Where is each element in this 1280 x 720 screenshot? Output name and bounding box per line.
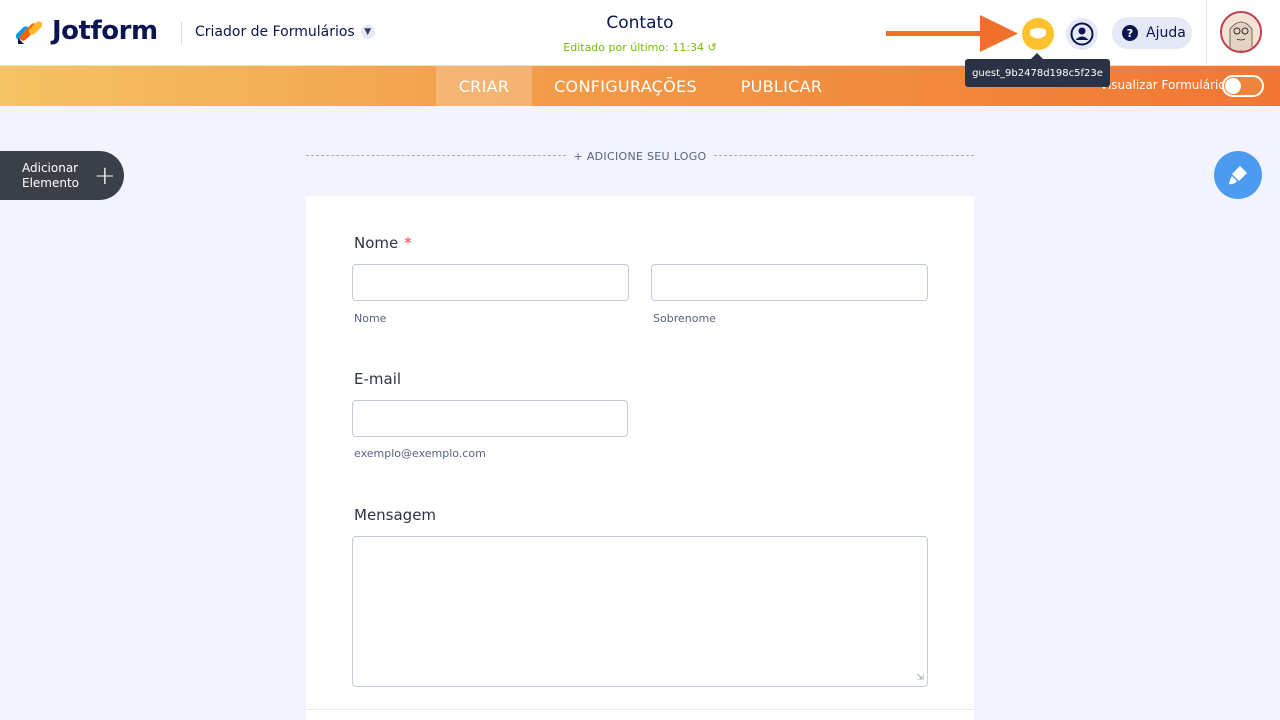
last-name-sublabel: Sobrenome [653,312,716,325]
email-field-label: E-mail [354,370,402,388]
last-edited-text: Editado por último: 11:34 [563,41,704,54]
plus-icon: + [94,160,116,191]
required-asterisk: * [404,234,412,252]
preview-toggle[interactable] [1222,75,1264,97]
undo-icon: ↺ [707,41,717,54]
add-element-line1: Adicionar [22,160,79,175]
avatar-illustration [1222,13,1260,51]
add-logo-link[interactable]: + ADICIONE SEU LOGO [306,150,974,163]
card-bottom-divider [306,709,974,710]
guest-tooltip: guest_9b2478d198c5f23e [965,53,1110,87]
message-textarea[interactable]: ⇲ [352,536,928,687]
first-name-input[interactable] [352,264,629,301]
paint-brush-icon [1229,166,1247,185]
name-field-label: Nome * [354,234,412,252]
avatar[interactable] [1220,11,1262,53]
resize-handle-icon[interactable]: ⇲ [916,674,924,683]
add-element-label: Adicionar Elemento [22,160,80,191]
help-button[interactable]: ? Ajuda [1112,17,1192,49]
user-icon[interactable] [1066,18,1098,50]
top-header: Jotform Criador de Formulários ▼ Contato… [0,0,1280,66]
add-element-button[interactable]: Adicionar Elemento + [0,151,124,200]
last-name-input[interactable] [651,264,928,301]
tab-criar[interactable]: CRIAR [436,66,532,106]
user-glyph [1070,22,1094,46]
toggle-knob [1225,78,1241,94]
form-designer-button[interactable] [1214,151,1262,199]
guest-mask-icon [1030,28,1046,39]
first-name-sublabel: Nome [354,312,387,325]
email-input[interactable] [352,400,628,437]
name-label-text: Nome [354,234,399,252]
tab-publicar[interactable]: PUBLICAR [719,66,844,106]
message-field-label: Mensagem [354,506,437,524]
tab-configuracoes[interactable]: CONFIGURAÇÕES [532,66,719,106]
arrow-right-icon [886,15,1018,52]
guest-icon[interactable] [1022,18,1054,50]
help-icon: ? [1122,25,1138,41]
help-label: Ajuda [1146,25,1186,41]
email-sublabel: exemplo@exemplo.com [354,447,486,460]
add-element-line2: Elemento [22,175,80,190]
header-separator [1206,0,1207,66]
preview-form-label: Visualizar Formulário [1100,78,1226,92]
